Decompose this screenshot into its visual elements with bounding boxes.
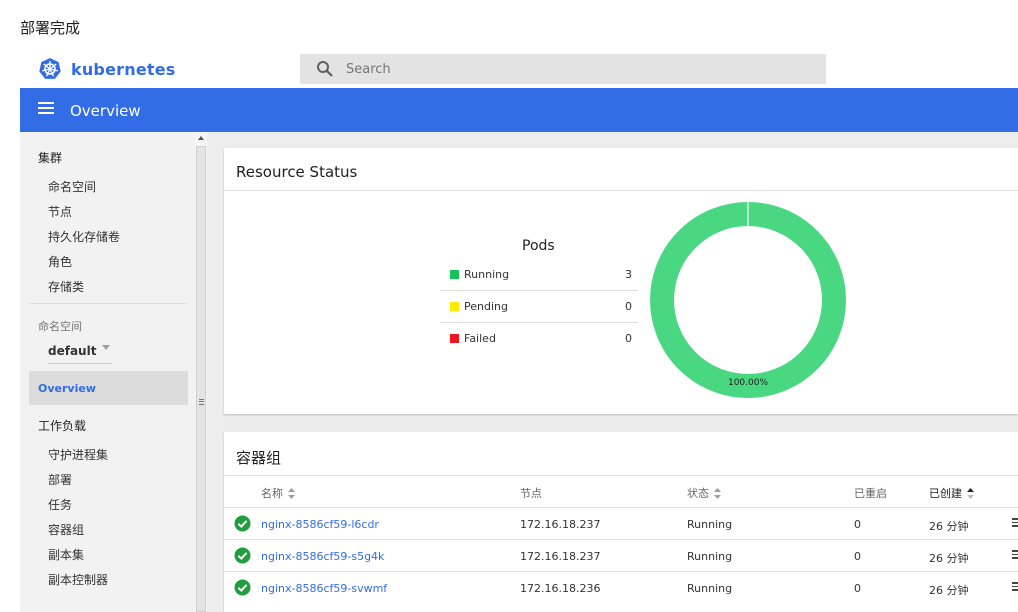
row-menu-icon[interactable] [1012, 518, 1018, 528]
resource-status-card: Resource Status Pods Running 3 Pending 0… [224, 148, 1018, 414]
pods-card: 容器组 名称 节点 状态 已重启 已创建 nginx-8586cf59-l6cd… [224, 432, 1018, 612]
sidebar-item-roles[interactable]: 角色 [48, 253, 72, 270]
column-header-name[interactable]: 名称 [261, 485, 295, 501]
row-menu-icon[interactable] [1012, 550, 1018, 560]
pod-name-link[interactable]: nginx-8586cf59-svwmf [261, 582, 387, 595]
donut-percent-label: 100.00% [728, 378, 768, 388]
sidebar-item-persistent-volumes[interactable]: 持久化存储卷 [48, 228, 120, 245]
sidebar-item-deployments[interactable]: 部署 [48, 471, 72, 488]
search-bar[interactable] [300, 54, 826, 84]
pod-age: 26 分钟 [929, 520, 969, 533]
pod-name-link[interactable]: nginx-8586cf59-s5g4k [261, 550, 384, 563]
search-icon [317, 61, 333, 77]
sort-active-icon [967, 487, 974, 499]
legend-count: 3 [625, 268, 632, 281]
search-input[interactable] [346, 61, 746, 77]
legend-label: Running [464, 268, 510, 281]
pods-donut-chart: 100.00% [650, 202, 846, 398]
legend-swatch-pending [450, 302, 459, 311]
sidebar: 集群 命名空间 节点 持久化存储卷 角色 存储类 命名空间 default Ov… [20, 132, 195, 612]
sidebar-item-daemon-sets[interactable]: 守护进程集 [48, 446, 108, 463]
pod-name-link[interactable]: nginx-8586cf59-l6cdr [261, 518, 379, 531]
sidebar-heading-cluster[interactable]: 集群 [38, 149, 62, 166]
scrollbar-thumb[interactable] [196, 146, 206, 612]
pod-restarts: 0 [854, 518, 861, 531]
pod-node: 172.16.18.237 [520, 550, 601, 563]
legend-count: 0 [625, 332, 632, 345]
pods-legend-title: Pods [522, 238, 555, 254]
table-row: nginx-8586cf59-l6cdr 172.16.18.237 Runni… [224, 507, 1018, 539]
table-row: nginx-8586cf59-s5g4k 172.16.18.237 Runni… [224, 539, 1018, 571]
column-header-age[interactable]: 已创建 [929, 485, 974, 501]
legend-label: Failed [464, 332, 496, 345]
kubernetes-logo[interactable]: kubernetes [38, 57, 176, 81]
legend-count: 0 [625, 300, 632, 313]
status-ok-icon [234, 579, 251, 596]
sidebar-divider [29, 303, 187, 304]
column-header-label: 名称 [261, 487, 283, 500]
legend-row-pending: Pending 0 [440, 291, 638, 323]
pods-card-title: 容器组 [236, 449, 282, 467]
sort-icon [714, 487, 721, 499]
column-header-label: 状态 [687, 487, 709, 500]
pod-restarts: 0 [854, 582, 861, 595]
column-header-label: 已重启 [854, 487, 887, 500]
sort-icon [288, 487, 295, 499]
row-menu-icon[interactable] [1012, 582, 1018, 592]
pod-age: 26 分钟 [929, 584, 969, 597]
sidebar-item-jobs[interactable]: 任务 [48, 496, 72, 513]
page-caption: 部署完成 [20, 19, 81, 37]
table-row: nginx-8586cf59-svwmf 172.16.18.236 Runni… [224, 571, 1018, 603]
legend-row-running: Running 3 [440, 259, 638, 291]
column-header-label: 节点 [520, 487, 542, 500]
sidebar-item-nodes[interactable]: 节点 [48, 203, 72, 220]
page-title: Overview [70, 102, 141, 120]
column-header-label: 已创建 [929, 487, 962, 500]
top-bar: kubernetes [20, 48, 1018, 88]
logo-text: kubernetes [71, 59, 176, 79]
pod-age: 26 分钟 [929, 552, 969, 565]
namespace-select[interactable]: default [48, 340, 112, 364]
hamburger-menu-icon[interactable] [38, 102, 54, 114]
pod-status: Running [687, 582, 733, 595]
column-header-status[interactable]: 状态 [687, 485, 721, 501]
pod-status: Running [687, 550, 733, 563]
sidebar-heading-workloads[interactable]: 工作负载 [38, 417, 86, 434]
kubernetes-wheel-icon [39, 58, 61, 79]
scroll-grip-icon [199, 399, 204, 405]
sidebar-item-overview-label: Overview [38, 382, 96, 395]
dropdown-caret-icon [102, 345, 110, 350]
sidebar-item-overview[interactable]: Overview [29, 371, 188, 405]
column-header-node: 节点 [520, 485, 542, 501]
pod-restarts: 0 [854, 550, 861, 563]
scroll-up-arrow-icon[interactable] [198, 136, 204, 140]
sidebar-item-replica-sets[interactable]: 副本集 [48, 546, 84, 563]
status-ok-icon [234, 515, 251, 532]
header-bar: Overview [20, 88, 1018, 132]
sidebar-item-pods[interactable]: 容器组 [48, 521, 84, 538]
sidebar-item-replication-controllers[interactable]: 副本控制器 [48, 571, 108, 588]
resource-status-title: Resource Status [236, 163, 358, 181]
card-divider [224, 190, 1018, 191]
pod-status: Running [687, 518, 733, 531]
legend-swatch-failed [450, 334, 459, 343]
status-ok-icon [234, 547, 251, 564]
donut-ring-running [650, 202, 846, 398]
namespace-value: default [48, 344, 97, 358]
pod-node: 172.16.18.237 [520, 518, 601, 531]
legend-row-failed: Failed 0 [440, 323, 638, 355]
pod-node: 172.16.18.236 [520, 582, 601, 595]
legend-label: Pending [464, 300, 508, 313]
column-header-restarts: 已重启 [854, 485, 887, 501]
sidebar-item-namespaces[interactable]: 命名空间 [48, 178, 96, 195]
namespace-label: 命名空间 [38, 320, 82, 333]
sidebar-item-storage-classes[interactable]: 存储类 [48, 278, 84, 295]
card-divider [224, 475, 1018, 476]
sidebar-scrollbar[interactable] [195, 132, 207, 612]
legend-swatch-running [450, 270, 459, 279]
